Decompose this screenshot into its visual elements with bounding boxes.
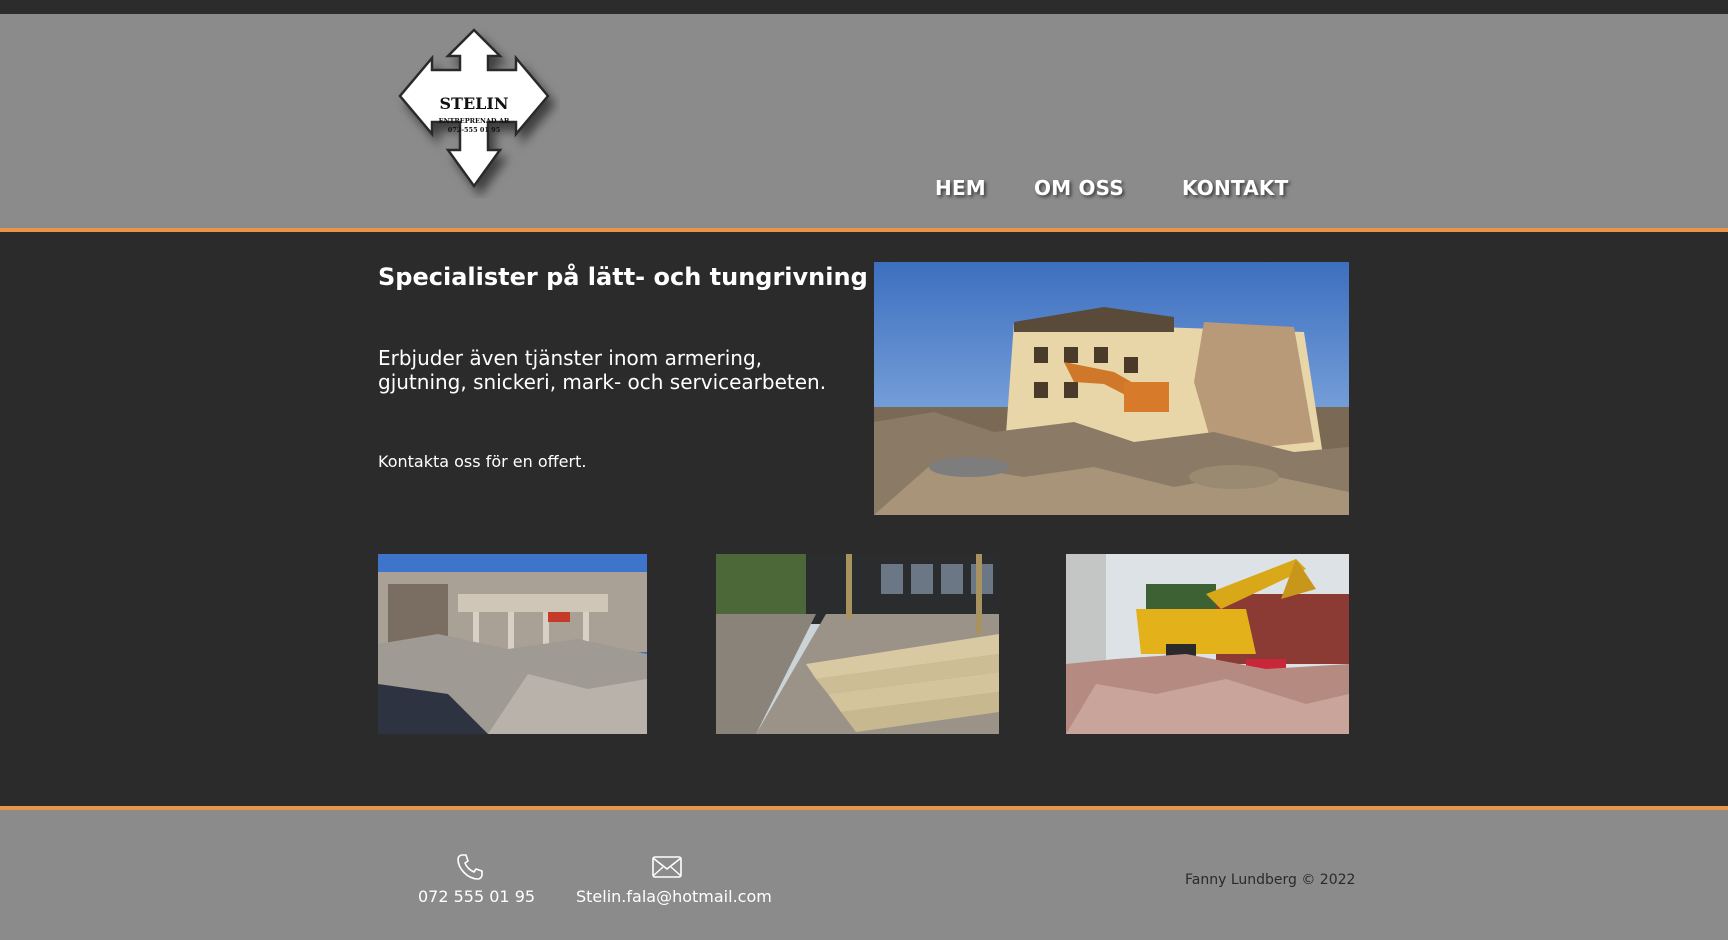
footer-phone[interactable]: 072 555 01 95: [418, 852, 536, 908]
top-bar: [0, 0, 1728, 14]
footer-email-text: Stelin.fala@hotmail.com: [576, 887, 772, 906]
services-text: Erbjuder även tjänster inom armering, gj…: [378, 346, 827, 394]
footer-phone-text: 072 555 01 95: [418, 887, 536, 906]
page-headline: Specialister på lätt- och tungrivning: [378, 263, 868, 291]
logo-badge: STELIN ENTREPRENAD AB 072-555 01 95: [398, 28, 550, 189]
nav-home[interactable]: HEM: [935, 174, 986, 202]
phone-icon: [418, 852, 522, 882]
logo-subtitle: ENTREPRENAD AB: [439, 117, 510, 125]
gallery-photo-rubble: [378, 554, 647, 734]
logo-phone: 072-555 01 95: [448, 126, 501, 134]
site-header: STELIN ENTREPRENAD AB 072-555 01 95: [0, 14, 1728, 228]
gallery-photo-excavator: [1066, 554, 1349, 734]
envelope-icon: [576, 852, 758, 882]
nav-about[interactable]: OM OSS: [1034, 174, 1124, 202]
hero-photo-demolition: [874, 262, 1349, 515]
gallery-photo-terrace: [716, 554, 999, 734]
logo[interactable]: STELIN ENTREPRENAD AB 072-555 01 95: [388, 26, 560, 198]
site-footer: [0, 810, 1728, 940]
logo-title: STELIN: [439, 94, 508, 113]
footer-email[interactable]: Stelin.fala@hotmail.com: [576, 852, 772, 908]
nav-contact[interactable]: KONTAKT: [1182, 174, 1288, 202]
copyright-credit: Fanny Lundberg © 2022: [1185, 872, 1356, 888]
offer-text: Kontakta oss för en offert.: [378, 452, 587, 471]
